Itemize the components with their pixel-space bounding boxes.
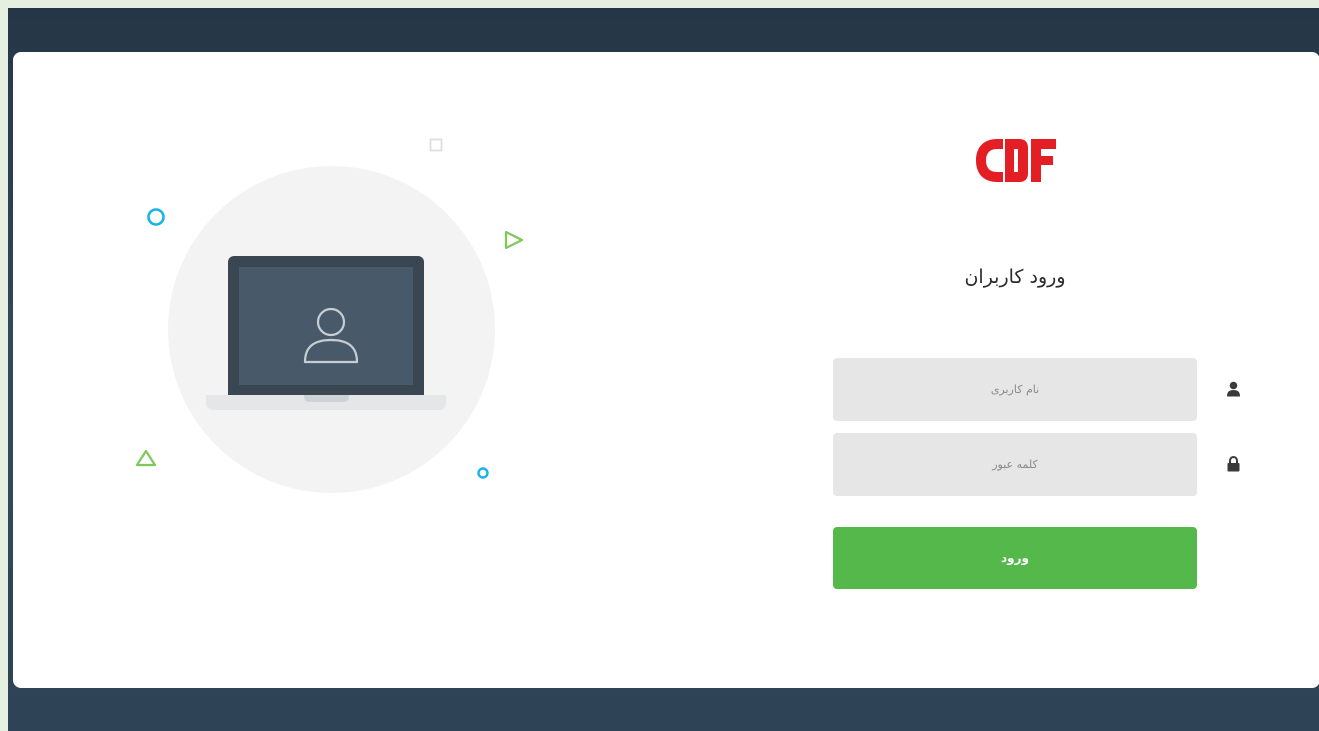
cdf-logo xyxy=(976,139,1056,182)
form-title: ورود کاربران xyxy=(964,266,1066,288)
username-field[interactable] xyxy=(833,358,1197,421)
user-avatar-icon xyxy=(303,307,359,364)
triangle-up-deco-icon xyxy=(135,449,157,467)
laptop-notch xyxy=(304,395,349,402)
square-deco-icon xyxy=(429,138,443,152)
user-icon xyxy=(1227,381,1240,397)
circle-deco-icon xyxy=(147,208,165,226)
triangle-right-deco-icon xyxy=(504,230,524,250)
password-field[interactable] xyxy=(833,433,1197,496)
small-circle-deco-icon xyxy=(477,467,489,479)
page: ورود کاربران ورود xyxy=(0,0,1319,731)
login-button[interactable]: ورود xyxy=(833,527,1197,589)
laptop-screen xyxy=(228,256,424,396)
laptop-display xyxy=(239,267,413,385)
lock-icon xyxy=(1227,456,1240,472)
